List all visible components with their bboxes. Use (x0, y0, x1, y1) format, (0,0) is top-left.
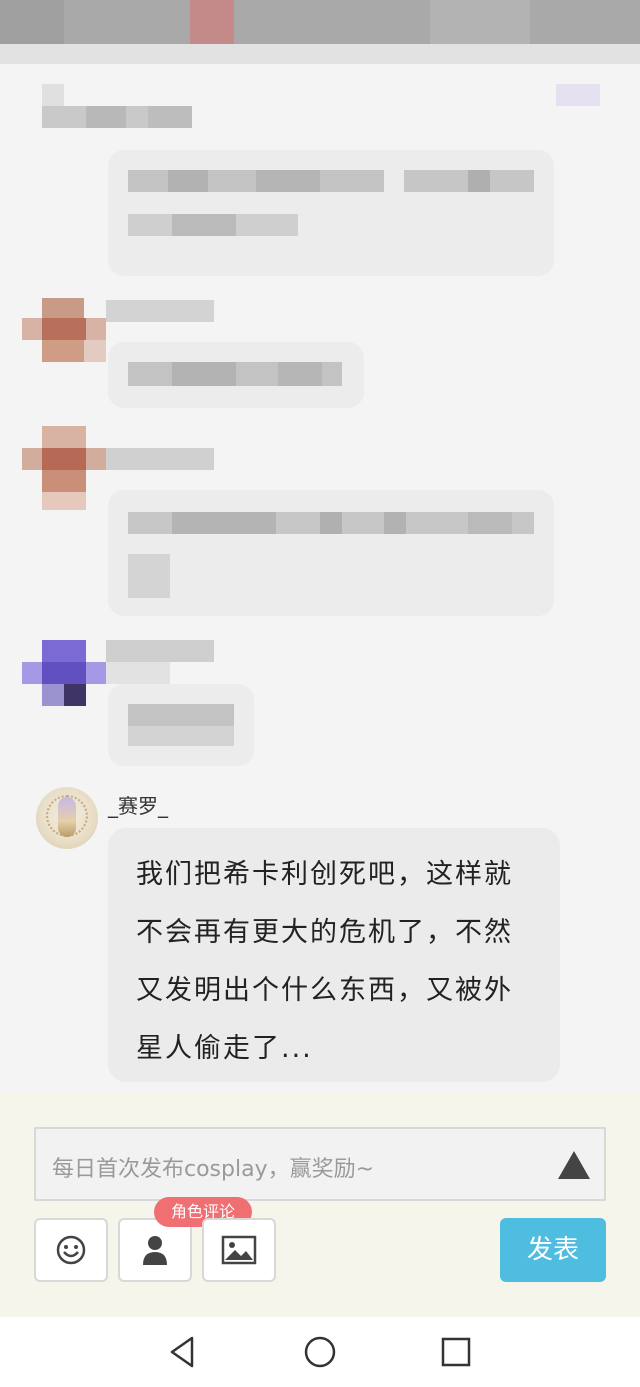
image-button[interactable] (202, 1218, 276, 1282)
triangle-up-icon[interactable] (558, 1151, 590, 1179)
blurred-username (42, 84, 192, 128)
header-divider (0, 44, 640, 64)
blurred-username (106, 640, 214, 684)
smiley-icon (56, 1235, 86, 1265)
circle-icon[interactable] (303, 1335, 337, 1369)
blurred-message-text (128, 704, 234, 746)
username[interactable]: _赛罗_ (108, 790, 168, 819)
blurred-avatar (22, 640, 106, 724)
triangle-left-icon[interactable] (166, 1335, 200, 1369)
message-line: 我们把希卡利创死吧，这样就 (136, 859, 513, 890)
image-icon (221, 1235, 257, 1265)
blurred-badge (556, 84, 600, 106)
message-line: 星人偷走了... (136, 1033, 313, 1064)
blurred-username (106, 300, 214, 322)
role-comment-button[interactable] (118, 1218, 192, 1282)
message-line: 又发明出个什么东西，又被外 (136, 975, 513, 1006)
message-bubble: 我们把希卡利创死吧，这样就 不会再有更大的危机了，不然 又发明出个什么东西，又被… (108, 828, 560, 1082)
square-icon[interactable] (439, 1335, 473, 1369)
system-navigation-bar (0, 1317, 640, 1387)
emoji-button[interactable] (34, 1218, 108, 1282)
blurred-username (106, 448, 214, 470)
status-bar-blurred (0, 0, 640, 44)
blurred-message-text (128, 362, 342, 386)
comment-input[interactable]: 每日首次发布cosplay，赢奖励~ (34, 1127, 606, 1201)
blurred-avatar (22, 298, 106, 382)
blurred-message-text (128, 170, 534, 260)
post-button[interactable]: 发表 (500, 1218, 606, 1282)
blurred-message-text (128, 512, 534, 598)
message-line: 不会再有更大的危机了，不然 (136, 917, 513, 948)
blurred-avatar (22, 426, 106, 510)
comment-input-placeholder: 每日首次发布cosplay，赢奖励~ (52, 1157, 375, 1182)
person-icon (143, 1236, 167, 1265)
user-avatar[interactable] (36, 787, 98, 849)
